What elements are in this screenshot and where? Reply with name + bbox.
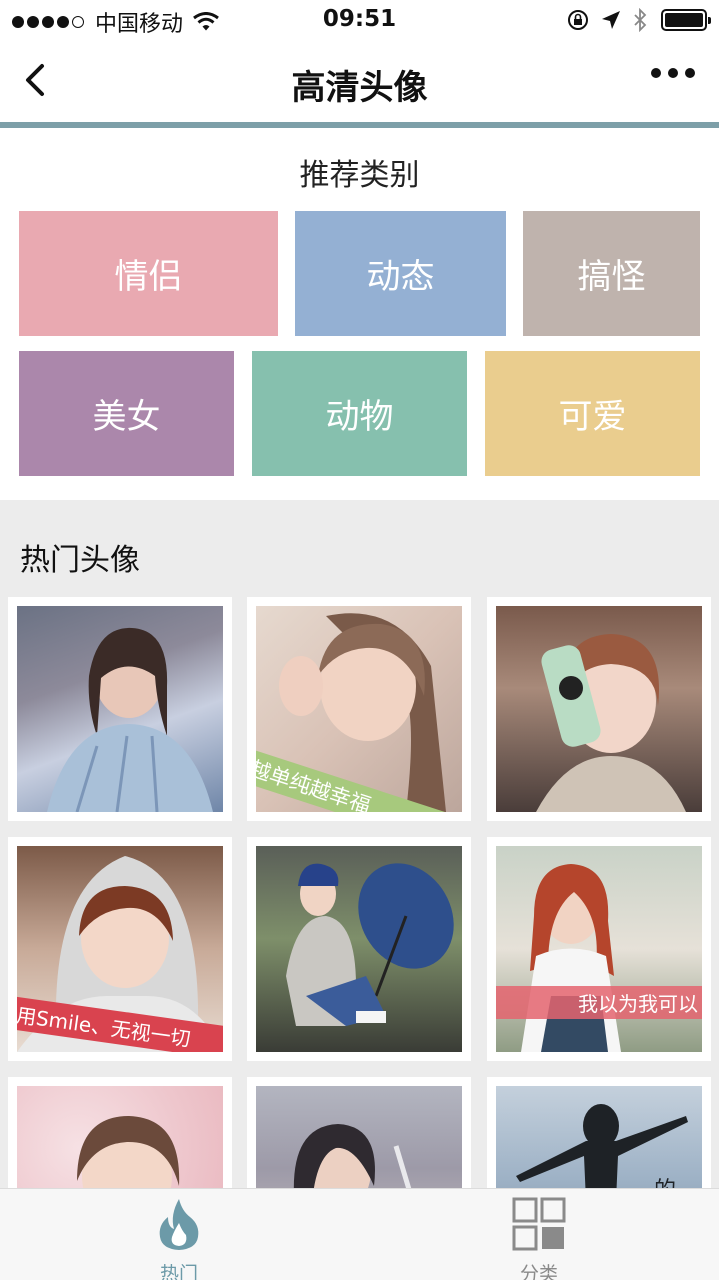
tab-bar: 热门 分类	[0, 1188, 719, 1280]
category-label: 美女	[92, 397, 161, 437]
category-label: 动态	[366, 257, 435, 297]
category-tile-cute[interactable]: 可爱	[485, 351, 700, 476]
avatar-banner: 我以为我可以	[496, 986, 702, 1019]
avatar-thumbnail[interactable]	[8, 597, 232, 821]
location-icon	[602, 11, 620, 29]
avatar-image	[17, 606, 223, 812]
recommended-title: 推荐类别	[299, 158, 420, 193]
category-tile-funny[interactable]: 搞怪	[523, 211, 700, 336]
avatar-thumbnail[interactable]: 越单纯越幸福	[247, 597, 471, 821]
avatar-image: 用Smile、无视一切	[17, 846, 223, 1052]
avatar-thumbnail[interactable]	[487, 597, 711, 821]
tab-label: 热门	[159, 1263, 198, 1280]
category-tile-couple[interactable]: 情侣	[19, 211, 278, 336]
nav-bar: 高清头像	[0, 40, 719, 124]
rotation-lock-icon	[568, 10, 588, 30]
category-label: 可爱	[558, 397, 627, 437]
status-right	[555, 8, 711, 32]
category-label: 动物	[325, 397, 394, 437]
avatar-image: 越单纯越幸福	[256, 606, 462, 812]
tab-hot[interactable]: 热门	[119, 1197, 239, 1280]
category-label: 搞怪	[577, 257, 646, 297]
more-icon[interactable]	[644, 68, 695, 78]
flame-icon	[159, 1199, 199, 1250]
tab-category[interactable]: 分类	[479, 1197, 599, 1280]
bluetooth-icon	[634, 8, 647, 32]
page-title: 高清头像	[291, 68, 428, 108]
avatar-thumbnail[interactable]: 用Smile、无视一切	[8, 837, 232, 1061]
grid-icon	[512, 1197, 566, 1251]
category-tile-beauty[interactable]: 美女	[19, 351, 234, 476]
avatar-image	[256, 846, 462, 1052]
avatar-thumbnail[interactable]: 我以为我可以	[487, 837, 711, 1061]
avatar-image	[496, 606, 702, 812]
status-bar: 中国移动 09:51	[0, 0, 719, 40]
nav-divider	[0, 122, 719, 128]
tab-label: 分类	[519, 1263, 558, 1280]
hot-title: 热门头像	[20, 543, 140, 578]
category-label: 情侣	[114, 257, 183, 297]
avatar-image: 我以为我可以	[496, 846, 702, 1052]
avatar-thumbnail[interactable]	[247, 837, 471, 1061]
battery-icon	[661, 9, 711, 31]
category-tile-animated[interactable]: 动态	[295, 211, 506, 336]
category-tile-animals[interactable]: 动物	[252, 351, 467, 476]
